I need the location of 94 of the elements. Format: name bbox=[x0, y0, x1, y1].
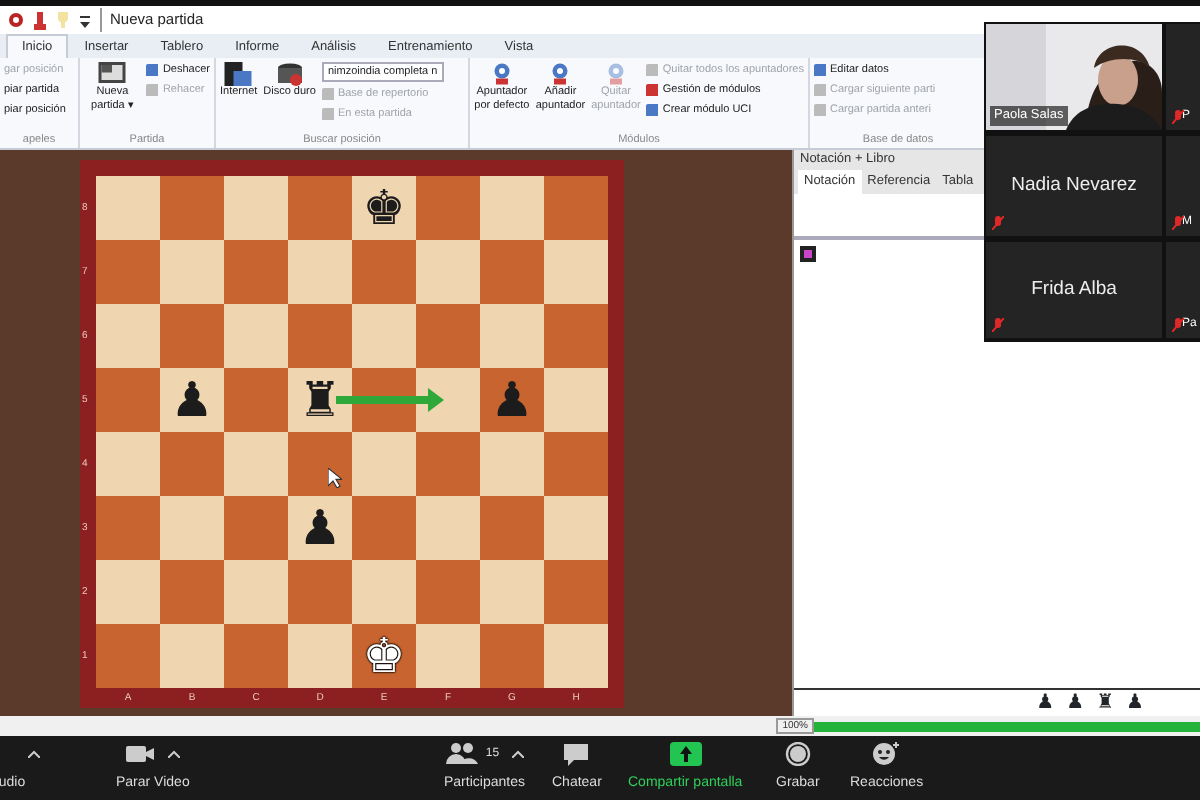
board-square[interactable] bbox=[224, 240, 288, 304]
chess-piece[interactable]: ♜ bbox=[298, 376, 342, 424]
board-square[interactable] bbox=[416, 496, 480, 560]
cursor-icon bbox=[328, 468, 342, 488]
captured-piece: ♟ bbox=[1066, 690, 1085, 718]
chess-piece[interactable]: ♟ bbox=[490, 376, 534, 424]
captured-piece: ♟ bbox=[1036, 690, 1055, 718]
share-screen-icon bbox=[669, 742, 702, 766]
board-square[interactable] bbox=[352, 432, 416, 496]
board-square[interactable] bbox=[480, 432, 544, 496]
caret-icon[interactable] bbox=[511, 750, 524, 758]
camera-icon bbox=[124, 742, 157, 766]
board-square[interactable] bbox=[544, 624, 608, 688]
board-square[interactable] bbox=[480, 176, 544, 240]
board-square[interactable] bbox=[288, 240, 352, 304]
board-square[interactable] bbox=[416, 560, 480, 624]
board-square[interactable] bbox=[544, 432, 608, 496]
dropdown-icon[interactable] bbox=[80, 13, 90, 27]
participant-name: Frida Alba bbox=[1031, 275, 1117, 304]
board-square[interactable] bbox=[96, 368, 160, 432]
board-square[interactable] bbox=[160, 432, 224, 496]
board-square[interactable] bbox=[416, 432, 480, 496]
smile-icon bbox=[870, 742, 903, 766]
board-square[interactable] bbox=[544, 176, 608, 240]
board-square[interactable] bbox=[224, 496, 288, 560]
board-square[interactable] bbox=[160, 496, 224, 560]
chess-piece[interactable]: ♟ bbox=[298, 504, 342, 552]
captured-piece: ♟ bbox=[1126, 690, 1144, 718]
board-square[interactable] bbox=[416, 624, 480, 688]
board-square[interactable] bbox=[224, 176, 288, 240]
chat-icon bbox=[560, 742, 593, 766]
video-tile[interactable]: Nadia Nevarez bbox=[986, 136, 1162, 236]
chess-piece[interactable]: ♚ bbox=[362, 184, 406, 232]
app-icon[interactable] bbox=[8, 12, 24, 28]
board-square[interactable] bbox=[416, 176, 480, 240]
board-square[interactable] bbox=[96, 560, 160, 624]
board-icon bbox=[98, 62, 127, 86]
computer-icon bbox=[224, 62, 253, 86]
board-square[interactable] bbox=[96, 176, 160, 240]
board-square[interactable] bbox=[288, 304, 352, 368]
caret-icon[interactable] bbox=[168, 750, 181, 758]
board-square[interactable] bbox=[352, 240, 416, 304]
board-square[interactable] bbox=[352, 560, 416, 624]
board-square[interactable] bbox=[288, 176, 352, 240]
board-square[interactable] bbox=[416, 240, 480, 304]
board-square[interactable] bbox=[224, 560, 288, 624]
board-square[interactable]: ♜ bbox=[288, 368, 352, 432]
color-swatch-icon[interactable] bbox=[800, 246, 816, 263]
board-square[interactable] bbox=[544, 560, 608, 624]
board-square[interactable] bbox=[96, 496, 160, 560]
board-square[interactable]: ♟ bbox=[288, 496, 352, 560]
board-square[interactable] bbox=[480, 304, 544, 368]
board-square[interactable] bbox=[288, 624, 352, 688]
board-square[interactable] bbox=[544, 240, 608, 304]
board-square[interactable] bbox=[224, 368, 288, 432]
chess-piece[interactable]: ♟ bbox=[170, 376, 214, 424]
board-square[interactable] bbox=[160, 560, 224, 624]
board-square[interactable] bbox=[288, 432, 352, 496]
board-square[interactable] bbox=[224, 304, 288, 368]
board-square[interactable] bbox=[160, 240, 224, 304]
board-square[interactable] bbox=[224, 624, 288, 688]
board-square[interactable] bbox=[96, 432, 160, 496]
trophy-icon[interactable] bbox=[56, 12, 70, 28]
record-icon bbox=[781, 742, 814, 766]
participant-name: Nadia Nevarez bbox=[1011, 171, 1137, 200]
board-square[interactable]: ♚ bbox=[352, 176, 416, 240]
board-square[interactable] bbox=[544, 368, 608, 432]
board-square[interactable] bbox=[480, 624, 544, 688]
board-square[interactable] bbox=[544, 304, 608, 368]
board-square[interactable] bbox=[160, 624, 224, 688]
board-square[interactable]: ♟ bbox=[160, 368, 224, 432]
chess-piece[interactable]: ♚ bbox=[362, 632, 406, 680]
board-square[interactable] bbox=[96, 624, 160, 688]
board-square[interactable] bbox=[160, 304, 224, 368]
captured-piece: ♜ bbox=[1096, 690, 1115, 718]
board-square[interactable] bbox=[224, 432, 288, 496]
board-square[interactable]: ♚ bbox=[352, 624, 416, 688]
board-square[interactable] bbox=[416, 304, 480, 368]
board-square[interactable] bbox=[480, 496, 544, 560]
board-square[interactable] bbox=[96, 240, 160, 304]
caret-icon[interactable] bbox=[28, 750, 40, 758]
people-icon bbox=[445, 742, 478, 766]
piece-icon[interactable] bbox=[34, 11, 46, 29]
board-square[interactable] bbox=[544, 496, 608, 560]
board-square[interactable] bbox=[160, 176, 224, 240]
board-square[interactable] bbox=[480, 240, 544, 304]
board-square[interactable] bbox=[96, 304, 160, 368]
board-square[interactable] bbox=[416, 368, 480, 432]
video-tile[interactable]: Frida Alba bbox=[986, 242, 1162, 338]
board-square[interactable] bbox=[288, 560, 352, 624]
board-square[interactable] bbox=[352, 304, 416, 368]
board-square[interactable]: ♟ bbox=[480, 368, 544, 432]
board-square[interactable] bbox=[352, 496, 416, 560]
board-square[interactable] bbox=[480, 560, 544, 624]
